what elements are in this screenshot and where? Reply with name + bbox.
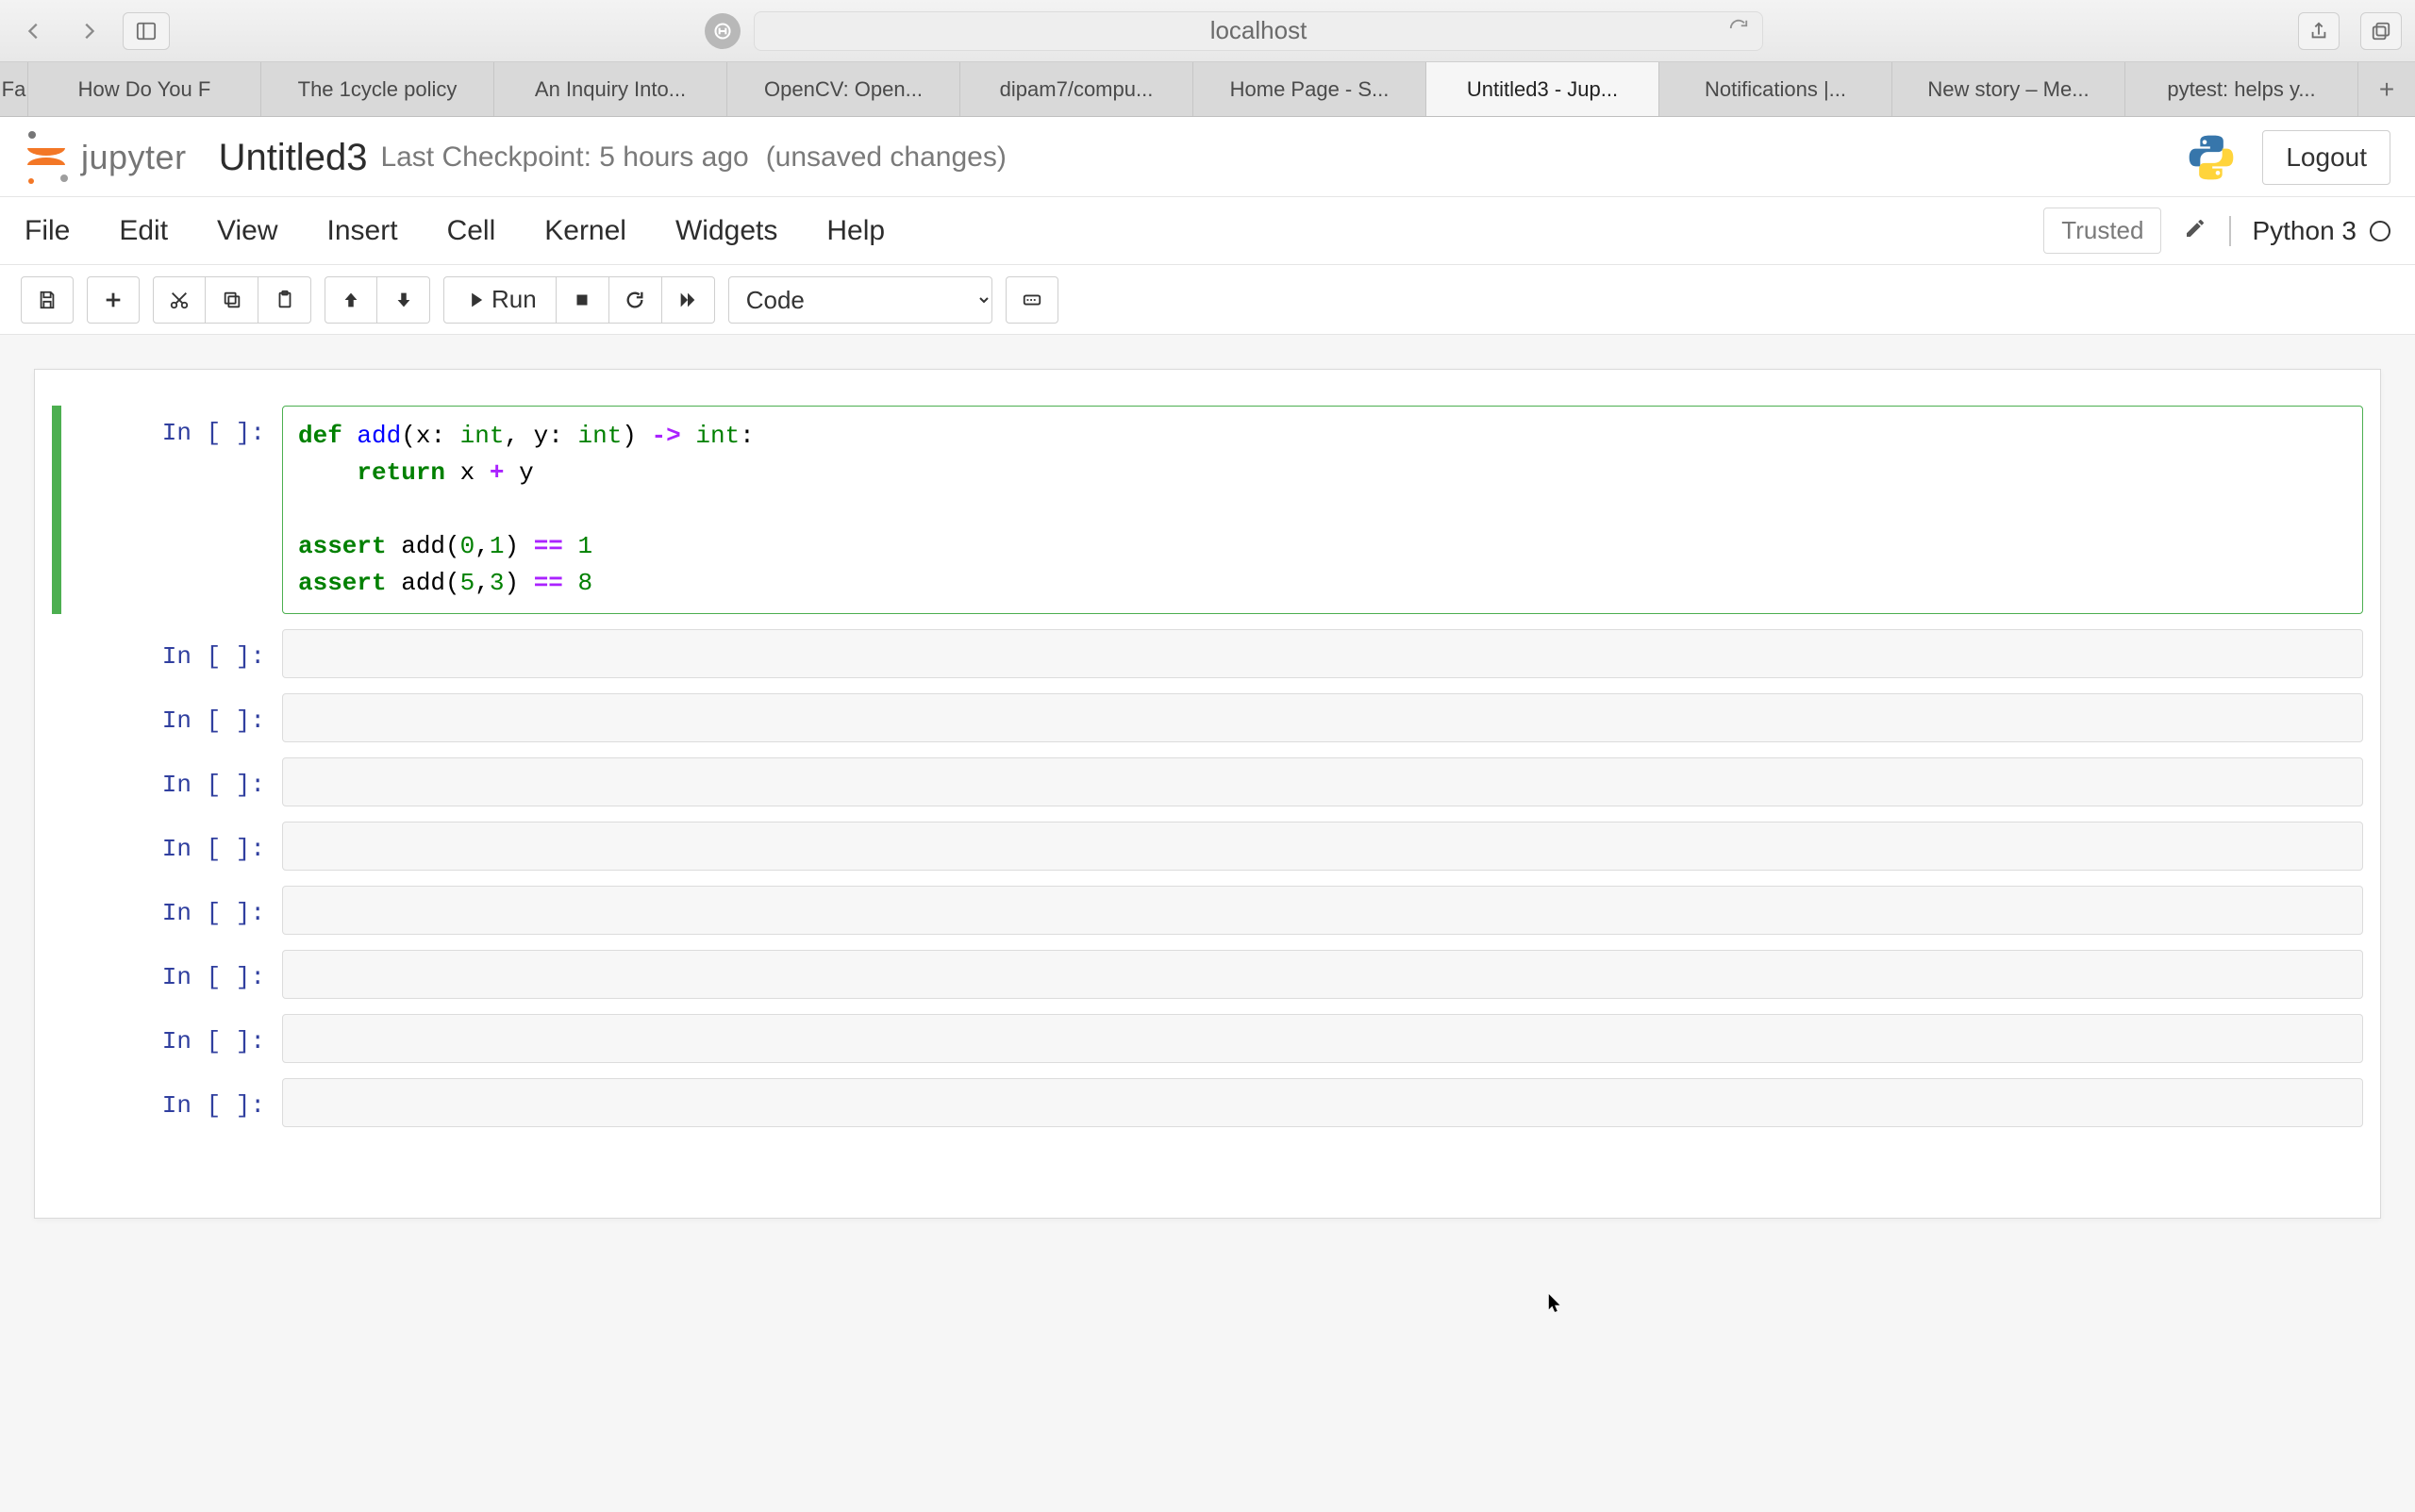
notebook-cell[interactable]: In [ ]: bbox=[52, 693, 2363, 742]
cell-prompt: In [ ]: bbox=[52, 1078, 282, 1127]
cell-type-select[interactable]: Code bbox=[728, 276, 992, 324]
cell-input[interactable] bbox=[282, 822, 2363, 871]
restart-run-all-button[interactable] bbox=[662, 276, 715, 324]
address-text: localhost bbox=[1210, 16, 1307, 45]
cell-prompt: In [ ]: bbox=[52, 406, 282, 614]
run-button-label: Run bbox=[491, 285, 537, 314]
browser-tab[interactable]: New story – Me... bbox=[1892, 62, 2125, 116]
share-button[interactable] bbox=[2298, 12, 2340, 50]
tabs-button[interactable] bbox=[2360, 12, 2402, 50]
move-down-button[interactable] bbox=[377, 276, 430, 324]
python-icon bbox=[2185, 131, 2238, 184]
browser-tab[interactable]: Notifications |... bbox=[1659, 62, 1892, 116]
edit-icon[interactable] bbox=[2184, 217, 2207, 244]
cell-input[interactable]: def add(x: int, y: int) -> int: return x… bbox=[282, 406, 2363, 614]
browser-tab[interactable]: The 1cycle policy bbox=[261, 62, 494, 116]
move-up-button[interactable] bbox=[325, 276, 377, 324]
notebook-cell[interactable]: In [ ]: bbox=[52, 1014, 2363, 1063]
menu-file[interactable]: File bbox=[25, 215, 70, 247]
jupyter-menubar: FileEditViewInsertCellKernelWidgetsHelp … bbox=[0, 197, 2415, 265]
trusted-indicator[interactable]: Trusted bbox=[2043, 208, 2161, 254]
browser-tab[interactable]: Home Page - S... bbox=[1193, 62, 1426, 116]
browser-tab[interactable]: How Do You F bbox=[28, 62, 261, 116]
jupyter-logo[interactable]: jupyter bbox=[25, 131, 187, 184]
menu-insert[interactable]: Insert bbox=[327, 215, 398, 247]
kernel-name-text: Python 3 bbox=[2252, 216, 2357, 246]
jupyter-logo-icon bbox=[25, 131, 68, 184]
cell-prompt: In [ ]: bbox=[52, 950, 282, 999]
jupyter-header: jupyter Untitled3 Last Checkpoint: 5 hou… bbox=[0, 117, 2415, 197]
menu-widgets[interactable]: Widgets bbox=[675, 215, 777, 247]
unsaved-text: (unsaved changes) bbox=[766, 141, 1007, 174]
kernel-status-icon bbox=[2370, 221, 2390, 241]
checkpoint-text: Last Checkpoint: 5 hours ago bbox=[380, 141, 748, 174]
browser-tab[interactable]: OpenCV: Open... bbox=[727, 62, 960, 116]
cell-prompt: In [ ]: bbox=[52, 822, 282, 871]
cell-input[interactable] bbox=[282, 886, 2363, 935]
reload-icon[interactable] bbox=[1728, 16, 1749, 45]
cell-input[interactable] bbox=[282, 950, 2363, 999]
cut-button[interactable] bbox=[153, 276, 206, 324]
insert-cell-button[interactable] bbox=[87, 276, 140, 324]
notebook-cell[interactable]: In [ ]: bbox=[52, 629, 2363, 678]
cell-prompt: In [ ]: bbox=[52, 757, 282, 806]
jupyter-logo-text: jupyter bbox=[81, 138, 187, 177]
restart-button[interactable] bbox=[609, 276, 662, 324]
notebook-cell[interactable]: In [ ]: bbox=[52, 822, 2363, 871]
paste-button[interactable] bbox=[258, 276, 311, 324]
browser-tab[interactable]: Fa bbox=[0, 62, 28, 116]
cell-input[interactable] bbox=[282, 1078, 2363, 1127]
cell-prompt: In [ ]: bbox=[52, 629, 282, 678]
notebook-container: In [ ]:def add(x: int, y: int) -> int: r… bbox=[34, 369, 2381, 1219]
kernel-indicator[interactable]: Python 3 bbox=[2229, 216, 2390, 246]
notebook-cell[interactable]: In [ ]: bbox=[52, 886, 2363, 935]
notebook-scroll[interactable]: In [ ]:def add(x: int, y: int) -> int: r… bbox=[0, 335, 2415, 1512]
notebook-cell[interactable]: In [ ]: bbox=[52, 757, 2363, 806]
forward-button[interactable] bbox=[68, 10, 109, 52]
cell-input[interactable] bbox=[282, 629, 2363, 678]
run-button[interactable]: Run bbox=[443, 276, 557, 324]
new-tab-button[interactable]: + bbox=[2358, 62, 2415, 116]
browser-toolbar: localhost bbox=[0, 0, 2415, 62]
logout-button[interactable]: Logout bbox=[2262, 130, 2390, 185]
save-button[interactable] bbox=[21, 276, 74, 324]
cell-prompt: In [ ]: bbox=[52, 693, 282, 742]
cell-input[interactable] bbox=[282, 693, 2363, 742]
notebook-cell[interactable]: In [ ]:def add(x: int, y: int) -> int: r… bbox=[52, 406, 2363, 614]
back-button[interactable] bbox=[13, 10, 55, 52]
sidebar-toggle-button[interactable] bbox=[123, 12, 170, 50]
address-bar[interactable]: localhost bbox=[754, 11, 1763, 51]
menu-kernel[interactable]: Kernel bbox=[544, 215, 626, 247]
menu-view[interactable]: View bbox=[217, 215, 277, 247]
menu-edit[interactable]: Edit bbox=[119, 215, 168, 247]
notebook-title[interactable]: Untitled3 bbox=[219, 137, 368, 179]
browser-tab[interactable]: An Inquiry Into... bbox=[494, 62, 727, 116]
copy-button[interactable] bbox=[206, 276, 258, 324]
interrupt-button[interactable] bbox=[557, 276, 609, 324]
jupyter-toolbar: Run Code bbox=[0, 265, 2415, 335]
browser-tab[interactable]: dipam7/compu... bbox=[960, 62, 1193, 116]
cell-input[interactable] bbox=[282, 1014, 2363, 1063]
notebook-cell[interactable]: In [ ]: bbox=[52, 950, 2363, 999]
browser-tabs: FaHow Do You FThe 1cycle policyAn Inquir… bbox=[0, 62, 2415, 117]
menu-cell[interactable]: Cell bbox=[447, 215, 496, 247]
cell-input[interactable] bbox=[282, 757, 2363, 806]
notebook-cell[interactable]: In [ ]: bbox=[52, 1078, 2363, 1127]
browser-tab[interactable]: Untitled3 - Jup... bbox=[1426, 62, 1659, 116]
menu-help[interactable]: Help bbox=[826, 215, 885, 247]
browser-tab[interactable]: pytest: helps y... bbox=[2125, 62, 2358, 116]
reader-button[interactable] bbox=[705, 13, 741, 49]
cell-prompt: In [ ]: bbox=[52, 886, 282, 935]
cell-prompt: In [ ]: bbox=[52, 1014, 282, 1063]
command-palette-button[interactable] bbox=[1006, 276, 1058, 324]
